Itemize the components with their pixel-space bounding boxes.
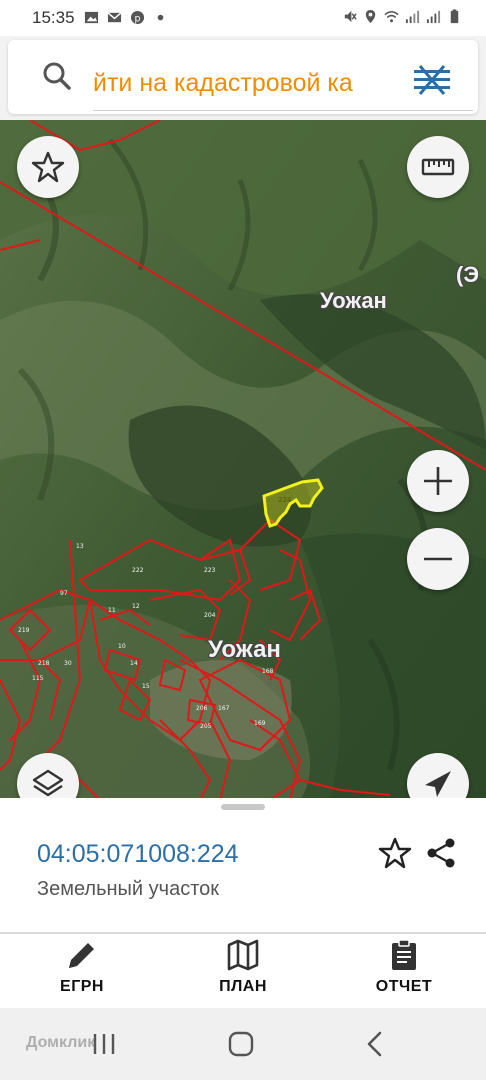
report-label: ОТЧЕТ <box>375 978 433 995</box>
mute-icon <box>344 10 357 23</box>
pinterest-icon: p <box>130 10 145 24</box>
egrn-label: ЕГРН <box>60 978 104 995</box>
ruler-icon <box>421 158 455 176</box>
my-location-icon <box>425 771 451 797</box>
search-area: йти на кадастровой ка <box>0 36 486 120</box>
signal-icon <box>405 10 420 24</box>
plan-label: ПЛАН <box>219 978 267 995</box>
status-left-icons: p <box>84 10 168 25</box>
parcel-number: 11 <box>108 607 116 614</box>
map-plan-icon <box>227 939 259 971</box>
parcel-number: 15 <box>142 683 150 690</box>
parcel-number: 115 <box>32 675 44 682</box>
action-bar: ЕГРН ПЛАН ОТЧЕТ <box>0 934 486 1008</box>
watermark: Домклик <box>26 1034 96 1051</box>
parcel-number: 204 <box>204 612 216 619</box>
report-action-button[interactable]: ОТЧЕТ <box>334 934 474 1008</box>
parcel-number: 169 <box>254 720 266 727</box>
parcel-number: 205 <box>200 723 212 730</box>
satellite-map: 222 223 219 10 11 12 97 13 30 14 15 167 … <box>0 120 486 800</box>
layers-menu-icon[interactable] <box>412 64 452 96</box>
egrn-action-button[interactable]: ЕГРН <box>12 934 152 1008</box>
parcel-number: 14 <box>130 660 138 667</box>
edge-label: (Э <box>456 262 479 287</box>
parcel-number: 168 <box>262 668 274 675</box>
svg-text:p: p <box>135 13 141 24</box>
cadastral-number: 04:05:071008:224 <box>37 840 239 868</box>
object-type: Земельный участок <box>37 878 220 900</box>
mail-icon <box>107 12 122 23</box>
parcel-number: 30 <box>64 660 72 667</box>
pencil-icon <box>69 943 94 968</box>
parcel-number: 219 <box>18 627 30 634</box>
favorite-icon <box>31 151 65 183</box>
share-icon[interactable] <box>424 836 458 870</box>
clipboard-icon <box>392 939 416 970</box>
parcel-number: 222 <box>132 567 144 574</box>
zoom-out-button[interactable] <box>407 528 469 590</box>
parcel-number: 13 <box>76 543 84 550</box>
home-icon[interactable] <box>225 1028 257 1060</box>
parcel-number: 10 <box>118 643 126 650</box>
location-icon <box>365 9 376 24</box>
parcel-number: 12 <box>132 603 140 610</box>
wifi-icon <box>384 11 399 23</box>
status-right-icons <box>342 9 462 24</box>
ruler-button[interactable] <box>407 136 469 198</box>
dot-icon <box>157 14 164 21</box>
plan-action-button[interactable]: ПЛАН <box>173 934 313 1008</box>
layers-icon <box>32 769 64 797</box>
star-outline-icon[interactable] <box>378 836 412 870</box>
parcel-number: 218 <box>38 660 50 667</box>
status-time: 15:35 <box>32 8 75 27</box>
river-label: Уожан <box>320 288 387 313</box>
gallery-icon <box>84 11 99 24</box>
parcel-number: 223 <box>204 567 216 574</box>
drag-handle[interactable] <box>221 804 265 810</box>
signal-icon <box>426 10 441 24</box>
parcel-number: 206 <box>196 705 208 712</box>
village-label: Уожан <box>208 636 281 663</box>
search-icon[interactable] <box>41 60 73 92</box>
search-underline <box>93 110 473 111</box>
zoom-in-icon <box>424 467 452 495</box>
object-info-sheet[interactable]: 04:05:071008:224 Земельный участок <box>0 798 486 932</box>
selected-parcel-number: 224 <box>278 496 292 504</box>
map-view[interactable]: 222 223 219 10 11 12 97 13 30 14 15 167 … <box>0 120 486 800</box>
parcel-number: 97 <box>60 590 68 597</box>
zoom-in-button[interactable] <box>407 450 469 512</box>
status-bar: 15:35 p <box>0 0 486 36</box>
zoom-out-icon <box>424 557 452 561</box>
search-input[interactable]: йти на кадастровой ка <box>93 66 403 100</box>
back-icon[interactable] <box>360 1028 392 1060</box>
parcel-number: 167 <box>218 705 230 712</box>
battery-icon <box>450 9 459 24</box>
favorite-button[interactable] <box>17 136 79 198</box>
app-screen: 15:35 p йти на кадастровой ка 222 223 21… <box>0 0 486 1080</box>
search-box: йти на кадастровой ка <box>8 40 478 114</box>
